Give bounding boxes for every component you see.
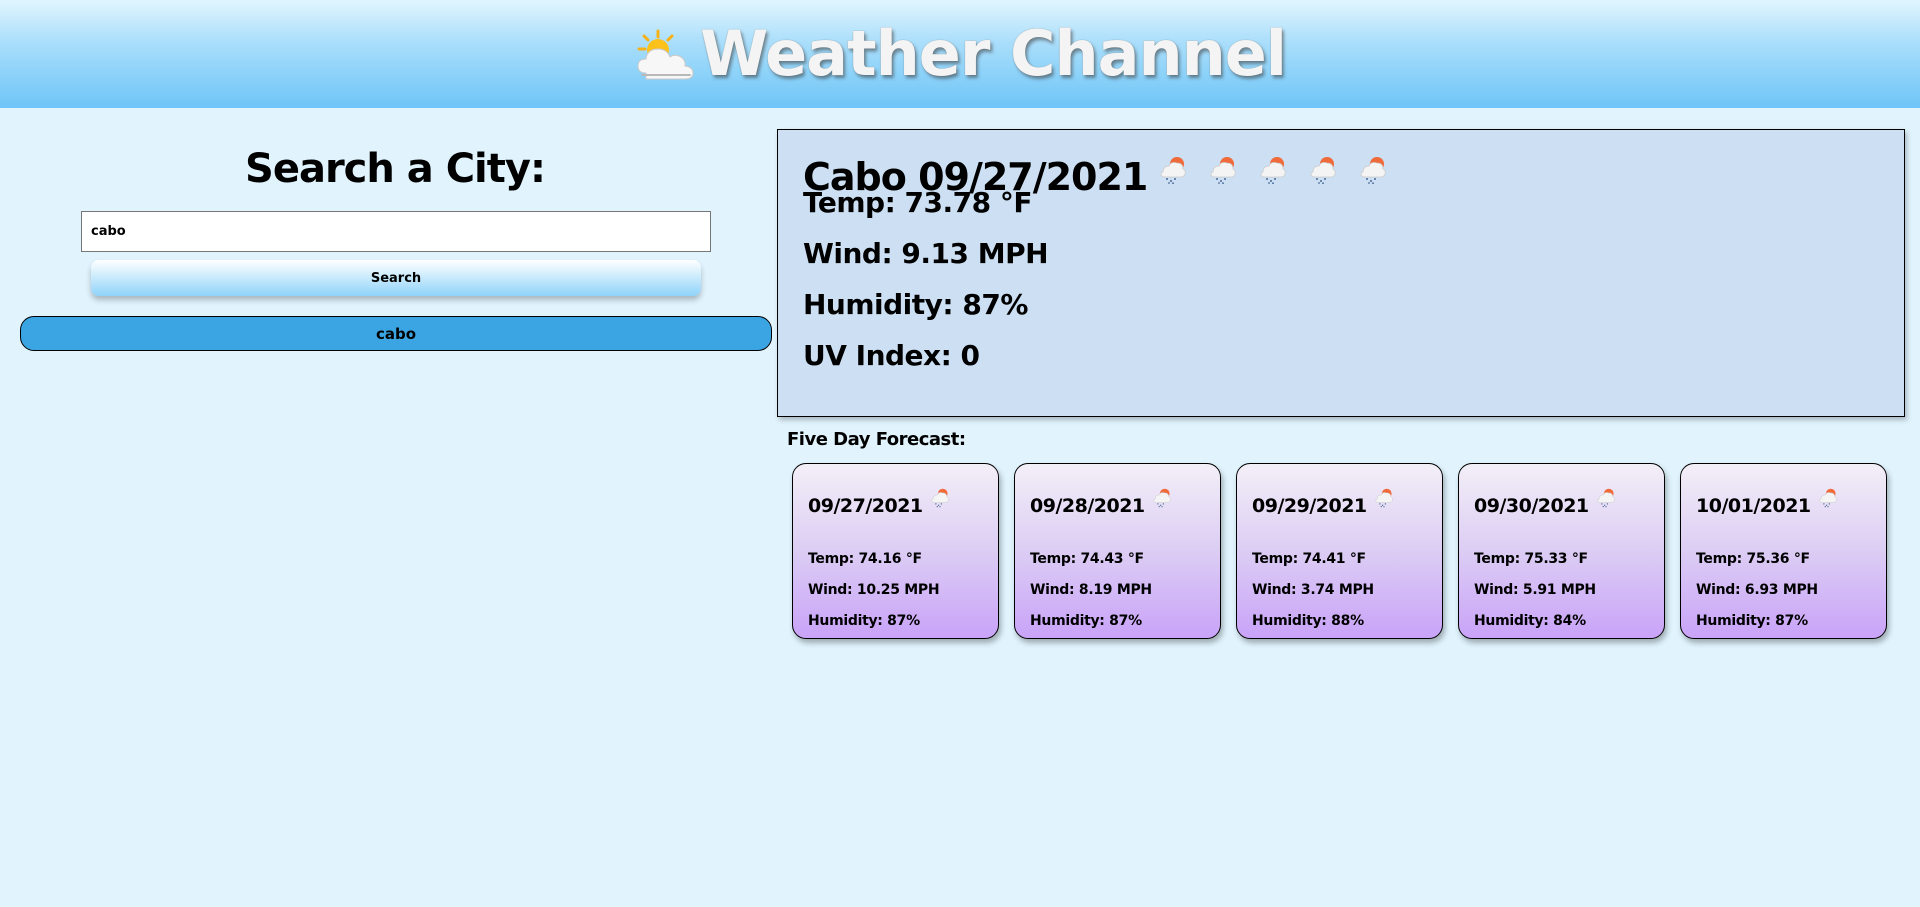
current-uv-index: UV Index: 0 <box>803 339 980 372</box>
forecast-date-row: 10/01/2021 <box>1696 486 1839 517</box>
forecast-date-row: 09/29/2021 <box>1252 486 1395 517</box>
forecast-humidity: Humidity: 87% <box>1696 613 1808 629</box>
weather-icon-strip <box>1157 154 1389 184</box>
forecast-date: 09/30/2021 <box>1474 495 1589 517</box>
forecast-date-row: 09/28/2021 <box>1030 486 1173 517</box>
rain-cloud-icon <box>1817 486 1839 508</box>
search-heading: Search a City: <box>245 146 546 192</box>
rain-cloud-icon <box>1373 486 1395 508</box>
rain-cloud-icon <box>1595 486 1617 508</box>
forecast-card: 10/01/2021 Temp: 75.36 °F Wind: 6.93 MPH… <box>1680 463 1887 639</box>
city-search-input[interactable] <box>81 211 711 252</box>
current-temp: Temp: 73.78 °F <box>803 186 1032 219</box>
forecast-card: 09/27/2021 Temp: 74.16 °F Wind: 10.25 MP… <box>792 463 999 639</box>
rain-cloud-icon <box>1357 154 1389 184</box>
rain-cloud-icon <box>1157 154 1189 184</box>
forecast-wind: Wind: 10.25 MPH <box>808 582 940 598</box>
sun-behind-cloud-icon <box>637 29 694 80</box>
forecast-temp: Temp: 74.43 °F <box>1030 551 1144 567</box>
forecast-temp: Temp: 74.16 °F <box>808 551 922 567</box>
forecast-temp: Temp: 74.41 °F <box>1252 551 1366 567</box>
current-wind: Wind: 9.13 MPH <box>803 237 1049 270</box>
app-title: Weather Channel <box>699 17 1287 90</box>
brand: Weather Channel <box>634 17 1287 90</box>
forecast-humidity: Humidity: 87% <box>808 613 920 629</box>
forecast-temp: Temp: 75.33 °F <box>1474 551 1588 567</box>
forecast-humidity: Humidity: 88% <box>1252 613 1364 629</box>
forecast-date: 09/27/2021 <box>808 495 923 517</box>
forecast-wind: Wind: 5.91 MPH <box>1474 582 1596 598</box>
forecast-card: 09/28/2021 Temp: 74.43 °F Wind: 8.19 MPH… <box>1014 463 1221 639</box>
forecast-humidity: Humidity: 87% <box>1030 613 1142 629</box>
forecast-date: 09/28/2021 <box>1030 495 1145 517</box>
forecast-wind: Wind: 6.93 MPH <box>1696 582 1818 598</box>
rain-cloud-icon <box>1207 154 1239 184</box>
rain-cloud-icon <box>929 486 951 508</box>
forecast-card: 09/30/2021 Temp: 75.33 °F Wind: 5.91 MPH… <box>1458 463 1665 639</box>
forecast-card: 09/29/2021 Temp: 74.41 °F Wind: 3.74 MPH… <box>1236 463 1443 639</box>
rain-cloud-icon <box>1257 154 1289 184</box>
forecast-wind: Wind: 3.74 MPH <box>1252 582 1374 598</box>
history-city-button[interactable]: cabo <box>20 316 772 351</box>
forecast-date-row: 09/27/2021 <box>808 486 951 517</box>
forecast-date-row: 09/30/2021 <box>1474 486 1617 517</box>
forecast-date: 10/01/2021 <box>1696 495 1811 517</box>
rain-cloud-icon <box>1151 486 1173 508</box>
forecast-date: 09/29/2021 <box>1252 495 1367 517</box>
current-humidity: Humidity: 87% <box>803 288 1028 321</box>
app-header: Weather Channel <box>0 0 1920 108</box>
current-weather-panel: Cabo 09/27/2021 Temp: 73.78 °F Wind: 9.1… <box>777 129 1905 417</box>
forecast-wind: Wind: 8.19 MPH <box>1030 582 1152 598</box>
forecast-humidity: Humidity: 84% <box>1474 613 1586 629</box>
forecast-temp: Temp: 75.36 °F <box>1696 551 1810 567</box>
search-button[interactable]: Search <box>91 260 701 296</box>
rain-cloud-icon <box>1307 154 1339 184</box>
forecast-heading: Five Day Forecast: <box>787 429 966 450</box>
